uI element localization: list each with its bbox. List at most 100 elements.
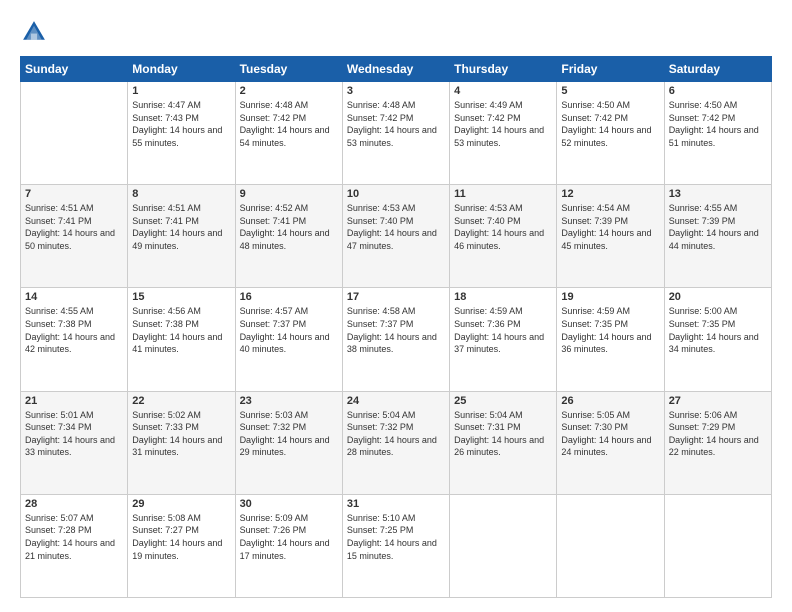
daylight-text: Daylight: 14 hours and 49 minutes. bbox=[132, 228, 222, 251]
sunrise-text: Sunrise: 4:49 AM bbox=[454, 100, 523, 110]
sunset-text: Sunset: 7:41 PM bbox=[25, 216, 92, 226]
calendar-cell: 25 Sunrise: 5:04 AM Sunset: 7:31 PM Dayl… bbox=[450, 391, 557, 494]
calendar-cell: 13 Sunrise: 4:55 AM Sunset: 7:39 PM Dayl… bbox=[664, 185, 771, 288]
sunrise-text: Sunrise: 4:57 AM bbox=[240, 306, 309, 316]
day-number: 15 bbox=[132, 291, 230, 303]
daylight-text: Daylight: 14 hours and 55 minutes. bbox=[132, 125, 222, 148]
calendar-week-row: 7 Sunrise: 4:51 AM Sunset: 7:41 PM Dayli… bbox=[21, 185, 772, 288]
daylight-text: Daylight: 14 hours and 34 minutes. bbox=[669, 332, 759, 355]
calendar-cell: 7 Sunrise: 4:51 AM Sunset: 7:41 PM Dayli… bbox=[21, 185, 128, 288]
day-info: Sunrise: 4:53 AM Sunset: 7:40 PM Dayligh… bbox=[347, 202, 445, 252]
calendar-cell: 15 Sunrise: 4:56 AM Sunset: 7:38 PM Dayl… bbox=[128, 288, 235, 391]
sunrise-text: Sunrise: 4:48 AM bbox=[347, 100, 416, 110]
calendar-cell: 30 Sunrise: 5:09 AM Sunset: 7:26 PM Dayl… bbox=[235, 494, 342, 597]
daylight-text: Daylight: 14 hours and 22 minutes. bbox=[669, 435, 759, 458]
daylight-text: Daylight: 14 hours and 15 minutes. bbox=[347, 538, 437, 561]
sunset-text: Sunset: 7:35 PM bbox=[669, 319, 736, 329]
day-number: 28 bbox=[25, 498, 123, 510]
sunset-text: Sunset: 7:43 PM bbox=[132, 113, 199, 123]
daylight-text: Daylight: 14 hours and 38 minutes. bbox=[347, 332, 437, 355]
daylight-text: Daylight: 14 hours and 41 minutes. bbox=[132, 332, 222, 355]
day-info: Sunrise: 5:00 AM Sunset: 7:35 PM Dayligh… bbox=[669, 305, 767, 355]
sunrise-text: Sunrise: 4:47 AM bbox=[132, 100, 201, 110]
calendar-cell bbox=[450, 494, 557, 597]
day-number: 2 bbox=[240, 85, 338, 97]
daylight-text: Daylight: 14 hours and 29 minutes. bbox=[240, 435, 330, 458]
sunrise-text: Sunrise: 5:04 AM bbox=[347, 410, 416, 420]
calendar-cell: 8 Sunrise: 4:51 AM Sunset: 7:41 PM Dayli… bbox=[128, 185, 235, 288]
daylight-text: Daylight: 14 hours and 50 minutes. bbox=[25, 228, 115, 251]
calendar-cell: 10 Sunrise: 4:53 AM Sunset: 7:40 PM Dayl… bbox=[342, 185, 449, 288]
sunset-text: Sunset: 7:37 PM bbox=[240, 319, 307, 329]
sunrise-text: Sunrise: 5:03 AM bbox=[240, 410, 309, 420]
calendar-week-row: 1 Sunrise: 4:47 AM Sunset: 7:43 PM Dayli… bbox=[21, 82, 772, 185]
sunrise-text: Sunrise: 4:55 AM bbox=[25, 306, 94, 316]
sunset-text: Sunset: 7:36 PM bbox=[454, 319, 521, 329]
sunrise-text: Sunrise: 4:51 AM bbox=[25, 203, 94, 213]
sunset-text: Sunset: 7:38 PM bbox=[25, 319, 92, 329]
sunset-text: Sunset: 7:39 PM bbox=[561, 216, 628, 226]
day-info: Sunrise: 4:55 AM Sunset: 7:38 PM Dayligh… bbox=[25, 305, 123, 355]
calendar-cell: 28 Sunrise: 5:07 AM Sunset: 7:28 PM Dayl… bbox=[21, 494, 128, 597]
day-info: Sunrise: 5:06 AM Sunset: 7:29 PM Dayligh… bbox=[669, 409, 767, 459]
day-info: Sunrise: 5:04 AM Sunset: 7:32 PM Dayligh… bbox=[347, 409, 445, 459]
day-number: 3 bbox=[347, 85, 445, 97]
day-info: Sunrise: 4:59 AM Sunset: 7:36 PM Dayligh… bbox=[454, 305, 552, 355]
sunset-text: Sunset: 7:31 PM bbox=[454, 422, 521, 432]
daylight-text: Daylight: 14 hours and 47 minutes. bbox=[347, 228, 437, 251]
day-number: 5 bbox=[561, 85, 659, 97]
day-number: 25 bbox=[454, 395, 552, 407]
daylight-text: Daylight: 14 hours and 52 minutes. bbox=[561, 125, 651, 148]
day-number: 7 bbox=[25, 188, 123, 200]
sunrise-text: Sunrise: 4:58 AM bbox=[347, 306, 416, 316]
day-number: 13 bbox=[669, 188, 767, 200]
sunrise-text: Sunrise: 5:04 AM bbox=[454, 410, 523, 420]
day-number: 20 bbox=[669, 291, 767, 303]
sunset-text: Sunset: 7:25 PM bbox=[347, 525, 414, 535]
calendar-week-row: 21 Sunrise: 5:01 AM Sunset: 7:34 PM Dayl… bbox=[21, 391, 772, 494]
daylight-text: Daylight: 14 hours and 48 minutes. bbox=[240, 228, 330, 251]
day-number: 4 bbox=[454, 85, 552, 97]
sunset-text: Sunset: 7:40 PM bbox=[454, 216, 521, 226]
sunrise-text: Sunrise: 4:59 AM bbox=[561, 306, 630, 316]
day-number: 30 bbox=[240, 498, 338, 510]
sunrise-text: Sunrise: 5:07 AM bbox=[25, 513, 94, 523]
calendar-day-header: Friday bbox=[557, 57, 664, 82]
calendar-cell: 11 Sunrise: 4:53 AM Sunset: 7:40 PM Dayl… bbox=[450, 185, 557, 288]
daylight-text: Daylight: 14 hours and 53 minutes. bbox=[454, 125, 544, 148]
day-info: Sunrise: 5:03 AM Sunset: 7:32 PM Dayligh… bbox=[240, 409, 338, 459]
sunset-text: Sunset: 7:41 PM bbox=[240, 216, 307, 226]
sunset-text: Sunset: 7:34 PM bbox=[25, 422, 92, 432]
calendar-day-header: Monday bbox=[128, 57, 235, 82]
calendar-day-header: Tuesday bbox=[235, 57, 342, 82]
day-number: 22 bbox=[132, 395, 230, 407]
sunrise-text: Sunrise: 5:05 AM bbox=[561, 410, 630, 420]
day-number: 23 bbox=[240, 395, 338, 407]
sunrise-text: Sunrise: 5:08 AM bbox=[132, 513, 201, 523]
sunset-text: Sunset: 7:42 PM bbox=[347, 113, 414, 123]
sunrise-text: Sunrise: 5:01 AM bbox=[25, 410, 94, 420]
day-info: Sunrise: 4:48 AM Sunset: 7:42 PM Dayligh… bbox=[347, 99, 445, 149]
header bbox=[20, 18, 772, 46]
day-info: Sunrise: 4:55 AM Sunset: 7:39 PM Dayligh… bbox=[669, 202, 767, 252]
daylight-text: Daylight: 14 hours and 54 minutes. bbox=[240, 125, 330, 148]
calendar-cell: 12 Sunrise: 4:54 AM Sunset: 7:39 PM Dayl… bbox=[557, 185, 664, 288]
sunset-text: Sunset: 7:27 PM bbox=[132, 525, 199, 535]
calendar-cell: 4 Sunrise: 4:49 AM Sunset: 7:42 PM Dayli… bbox=[450, 82, 557, 185]
calendar-day-header: Wednesday bbox=[342, 57, 449, 82]
day-info: Sunrise: 4:56 AM Sunset: 7:38 PM Dayligh… bbox=[132, 305, 230, 355]
page: SundayMondayTuesdayWednesdayThursdayFrid… bbox=[0, 0, 792, 612]
day-info: Sunrise: 5:09 AM Sunset: 7:26 PM Dayligh… bbox=[240, 512, 338, 562]
calendar-week-row: 28 Sunrise: 5:07 AM Sunset: 7:28 PM Dayl… bbox=[21, 494, 772, 597]
day-info: Sunrise: 5:04 AM Sunset: 7:31 PM Dayligh… bbox=[454, 409, 552, 459]
day-number: 10 bbox=[347, 188, 445, 200]
sunset-text: Sunset: 7:38 PM bbox=[132, 319, 199, 329]
logo-icon bbox=[20, 18, 48, 46]
daylight-text: Daylight: 14 hours and 51 minutes. bbox=[669, 125, 759, 148]
calendar-cell: 21 Sunrise: 5:01 AM Sunset: 7:34 PM Dayl… bbox=[21, 391, 128, 494]
day-number: 1 bbox=[132, 85, 230, 97]
calendar-cell: 22 Sunrise: 5:02 AM Sunset: 7:33 PM Dayl… bbox=[128, 391, 235, 494]
calendar-cell bbox=[664, 494, 771, 597]
sunrise-text: Sunrise: 5:02 AM bbox=[132, 410, 201, 420]
day-info: Sunrise: 5:02 AM Sunset: 7:33 PM Dayligh… bbox=[132, 409, 230, 459]
